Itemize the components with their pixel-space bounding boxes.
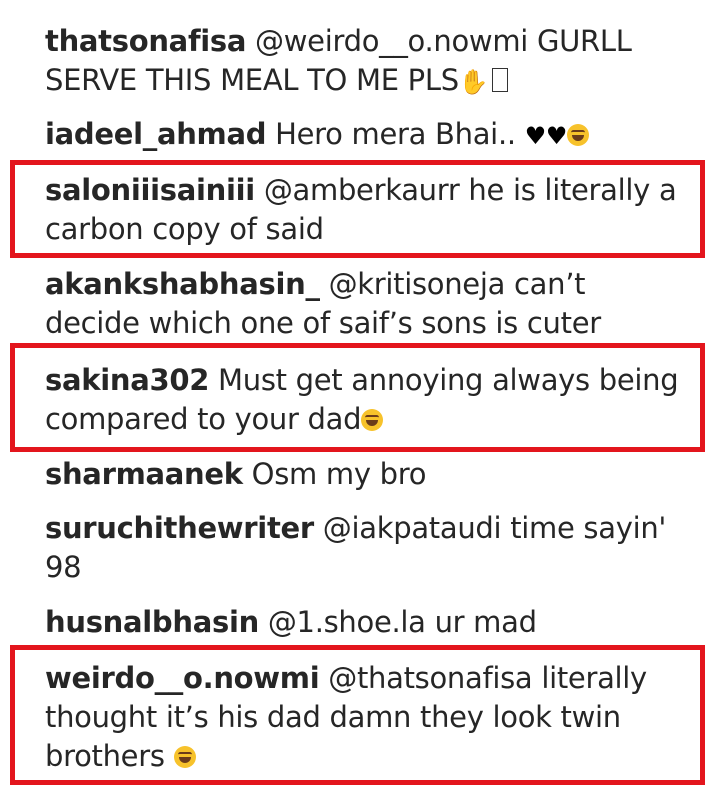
comment-username[interactable]: suruchithewriter xyxy=(45,511,314,545)
comment-text: Hero mera Bhai.. xyxy=(266,117,525,151)
comment-text: 98 xyxy=(45,550,82,584)
raised-hand-icon: ✋ xyxy=(458,68,489,96)
comment-text: @weirdo__o.nowmi GURLL xyxy=(246,24,632,58)
comment-username[interactable]: iadeel_ahmad xyxy=(45,117,267,151)
comment-text: SERVE THIS MEAL TO ME PLS xyxy=(45,63,459,97)
comment-item: iadeel_ahmad Hero mera Bhai.. ♥♥ xyxy=(45,115,695,156)
comment-username[interactable]: sakina302 xyxy=(45,363,209,397)
comment-text: @iakpataudi time sayin' xyxy=(313,511,667,545)
comment-item: thatsonafisa @weirdo__o.nowmi GURLL SERV… xyxy=(45,22,695,102)
comment-item: saloniiisainiii @amberkaurr he is litera… xyxy=(45,171,685,249)
comment-username[interactable]: husnalbhasin xyxy=(45,605,259,639)
comment-username[interactable]: akankshabhasin_ xyxy=(45,267,320,301)
comment-item: akankshabhasin_ @kritisoneja can’t decid… xyxy=(45,265,685,343)
comment-username[interactable]: saloniiisainiii xyxy=(45,173,255,207)
comment-item: sharmaanek Osm my bro xyxy=(45,455,695,494)
tears-of-joy-icon xyxy=(173,746,196,768)
comment-item: weirdo__o.nowmi @thatsonafisa literally … xyxy=(45,659,680,776)
comment-item: suruchithewriter @iakpataudi time sayin'… xyxy=(45,509,695,587)
black-heart-icon: ♥♥ xyxy=(524,122,568,150)
astonished-face-icon xyxy=(567,124,590,146)
comment-item: sakina302 Must get annoying always being… xyxy=(45,361,685,439)
tears-of-joy-icon xyxy=(361,409,384,431)
comment-item: husnalbhasin @1.shoe.la ur mad xyxy=(45,603,695,642)
missing-glyph-icon xyxy=(492,68,509,92)
comment-username[interactable]: weirdo__o.nowmi xyxy=(45,661,320,695)
comment-username[interactable]: sharmaanek xyxy=(45,457,243,491)
comment-text: Osm my bro xyxy=(242,457,427,491)
comment-text: @1.shoe.la ur mad xyxy=(258,605,537,639)
comment-username[interactable]: thatsonafisa xyxy=(45,24,246,58)
